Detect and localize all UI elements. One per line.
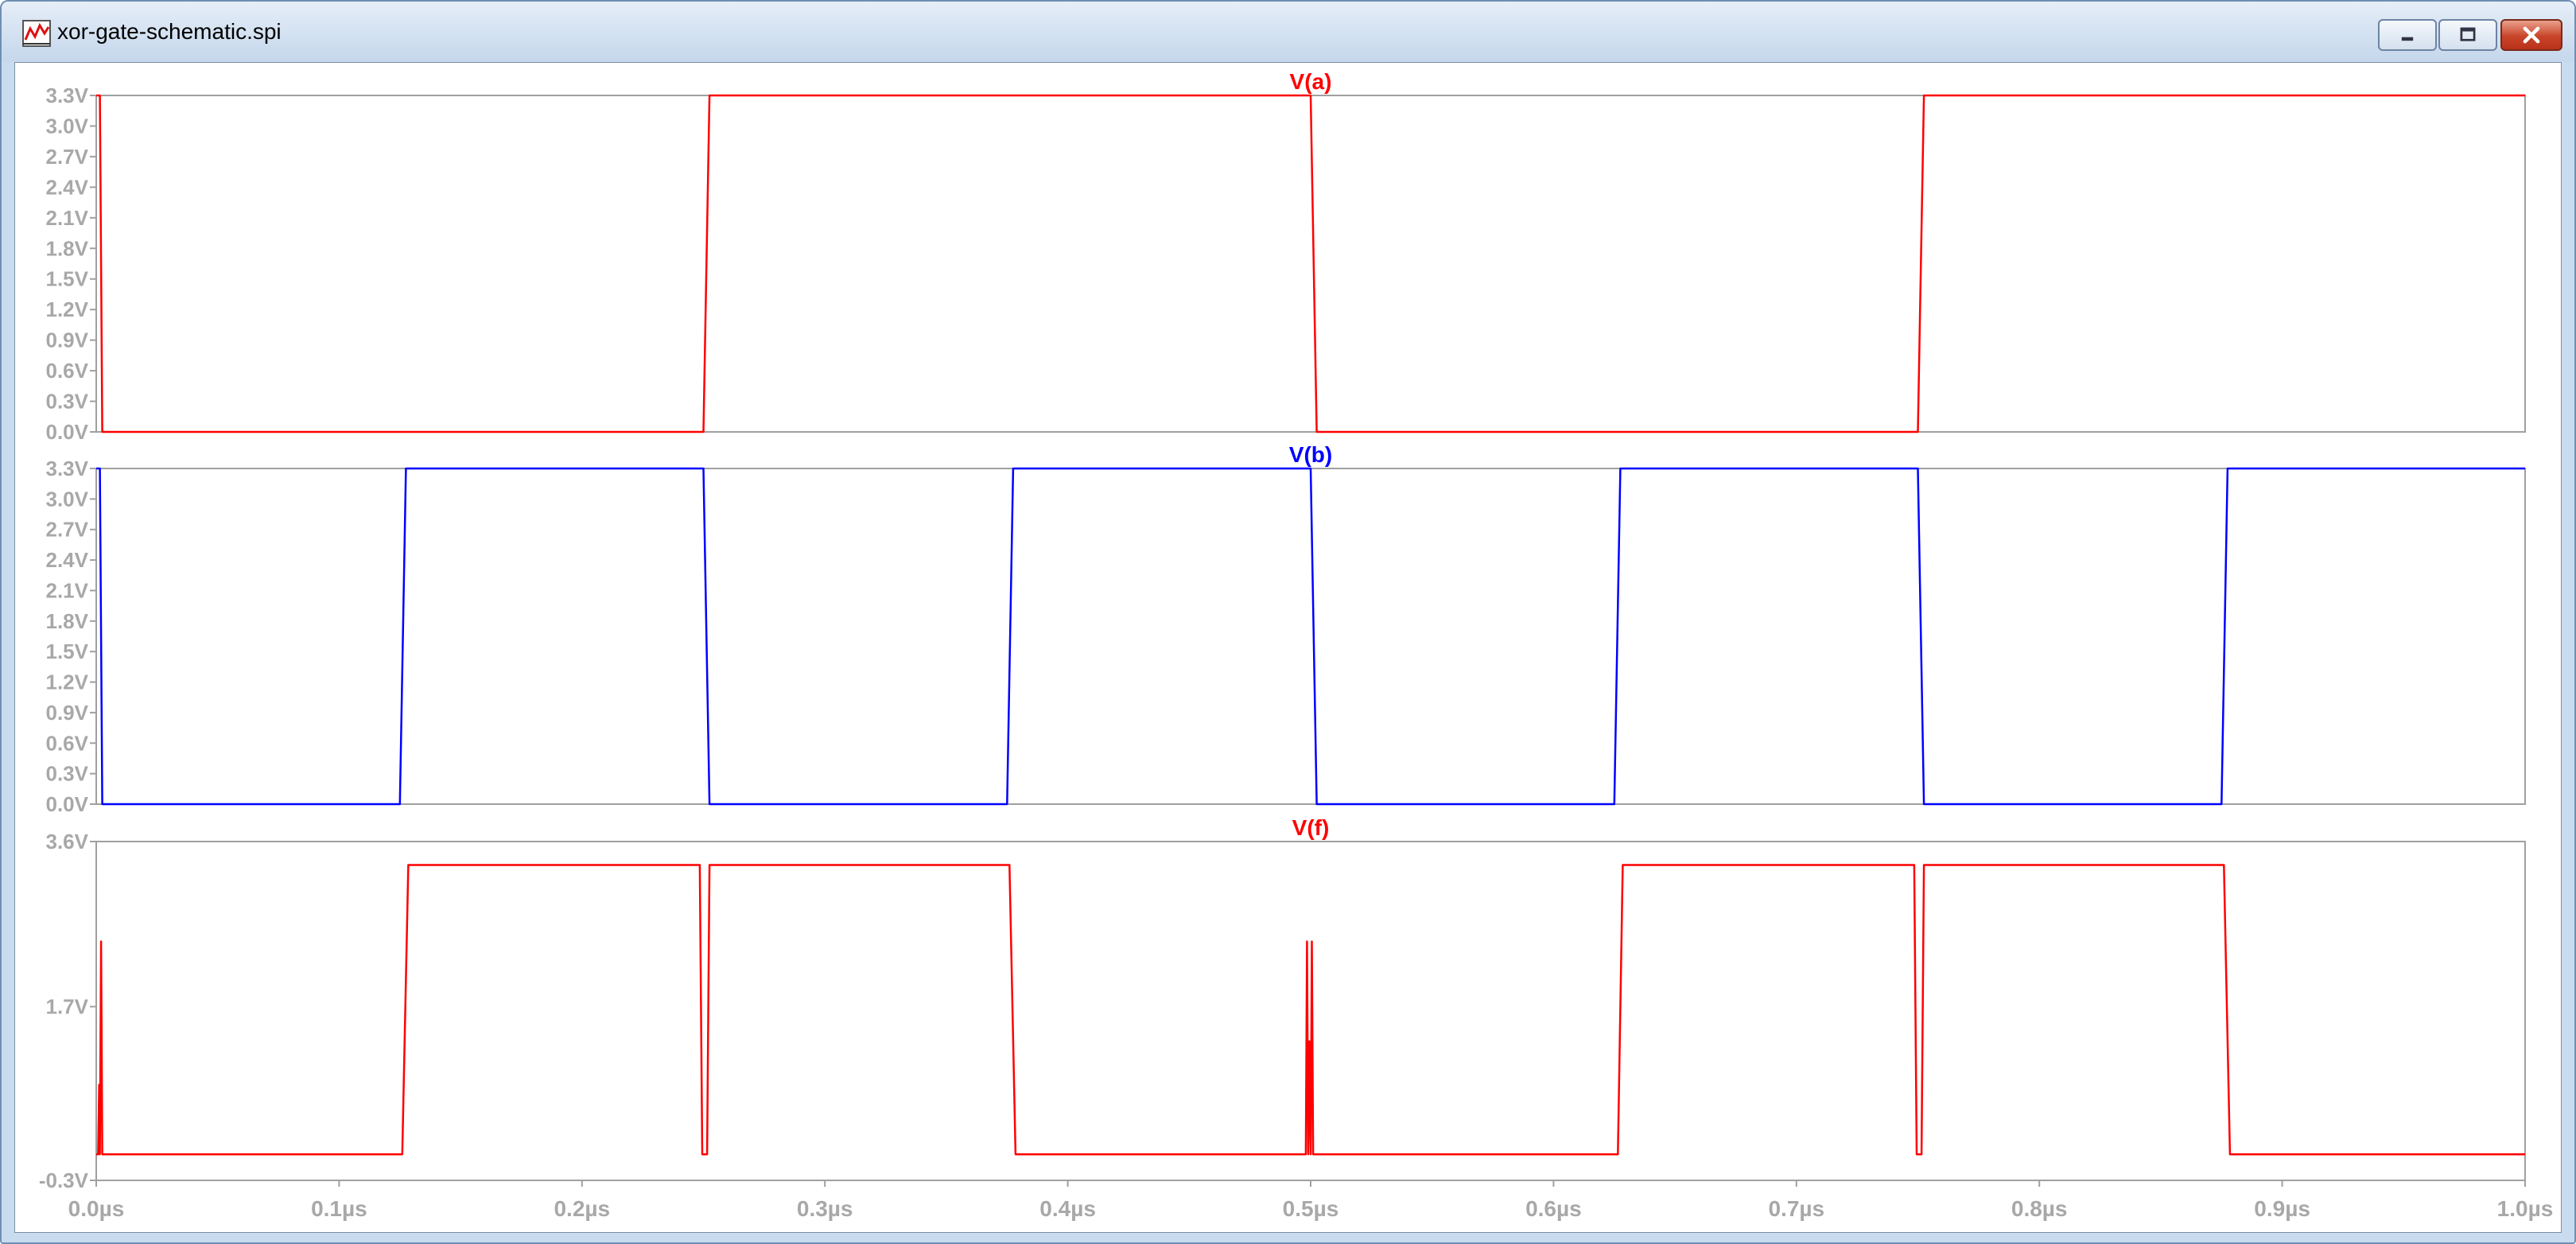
pane-1-y-tick-label: 0.3V [46,390,89,414]
close-button[interactable] [2500,19,2562,51]
x-tick-label: 1.0µs [2497,1196,2554,1221]
pane-2-y-tick-label: 0.9V [46,701,89,725]
minimize-icon [2401,37,2414,41]
pane-2-y-tick-label: 1.2V [46,671,89,694]
pane-1-y-tick-label: 1.2V [46,297,89,321]
x-tick-label: 0.8µs [2011,1196,2068,1221]
pane-3-trace-label[interactable]: V(f) [1292,815,1330,840]
x-tick-label: 0.3µs [797,1196,853,1221]
pane-2-y-tick-label: 1.5V [46,639,89,663]
pane-1-y-tick-label: 2.4V [46,175,89,199]
window-title: xor-gate-schematic.spi [57,19,282,44]
x-tick-label: 0.2µs [554,1196,610,1221]
pane-2-y-tick-label: 0.3V [46,762,89,786]
pane-2-y-tick-label: 2.1V [46,578,89,602]
pane-1-y-tick-label: 1.5V [46,267,89,291]
pane-1-y-tick-label: 2.1V [46,206,89,230]
pane-1-y-tick-label: 0.9V [46,328,89,352]
waveform-icon [22,20,51,47]
x-tick-label: 0.9µs [2254,1196,2310,1221]
pane-1-y-tick-label: 2.7V [46,145,89,169]
x-tick-label: 0.5µs [1283,1196,1339,1221]
pane-1-y-tick-label: 3.0V [46,114,89,138]
plot-area[interactable]: V(a) 0.0V 0.3V 0.6V 0.9V 1.2V 1.5V 1.8V 2.1V 2.4V… [14,62,2562,1233]
maximize-button[interactable] [2438,19,2497,51]
x-tick-label: 0.7µs [1768,1196,1824,1221]
minimize-button[interactable] [2378,19,2437,51]
pane-2-y-tick-label: 2.4V [46,548,89,572]
pane-1-y-tick-label: 0.0V [46,420,89,444]
pane-3-y-tick-label: 3.6V [46,830,89,853]
waveform-window: xor-gate-schematic.spi V(a) 0.0V 0.3V 0.6V 0… [0,0,2576,1244]
pane-2-y-tick-label: 3.0V [46,487,89,511]
pane-3-y-tick-label: 1.7V [46,995,89,1019]
pane-2-y-tick-label: 3.3V [46,457,89,480]
x-tick-label: 0.6µs [1525,1196,1582,1221]
pane-1-y-tick-label: 0.6V [46,359,89,383]
pane-1-trace-label[interactable]: V(a) [1290,69,1332,94]
pane-1-y-tick-label: 1.8V [46,236,89,260]
x-tick-label: 0.0µs [68,1196,125,1221]
close-icon [2523,26,2540,44]
pane-1-y-tick-label: 3.3V [46,84,89,107]
pane-2-y-tick-label: 0.0V [46,792,89,816]
pane-2-y-tick-label: 0.6V [46,731,89,755]
pane-2-y-tick-label: 2.7V [46,518,89,542]
pane-2-y-tick-label: 1.8V [46,609,89,633]
x-tick-label: 0.4µs [1039,1196,1096,1221]
pane-3-y-tick-label: -0.3V [39,1168,89,1192]
pane-2-trace-label[interactable]: V(b) [1289,442,1332,467]
maximize-icon [2460,27,2476,41]
waveform-plot[interactable]: V(a) 0.0V 0.3V 0.6V 0.9V 1.2V 1.5V 1.8V 2.1V 2.4V… [15,63,2561,1232]
x-tick-label: 0.1µs [311,1196,367,1221]
title-bar[interactable]: xor-gate-schematic.spi [2,2,2574,62]
